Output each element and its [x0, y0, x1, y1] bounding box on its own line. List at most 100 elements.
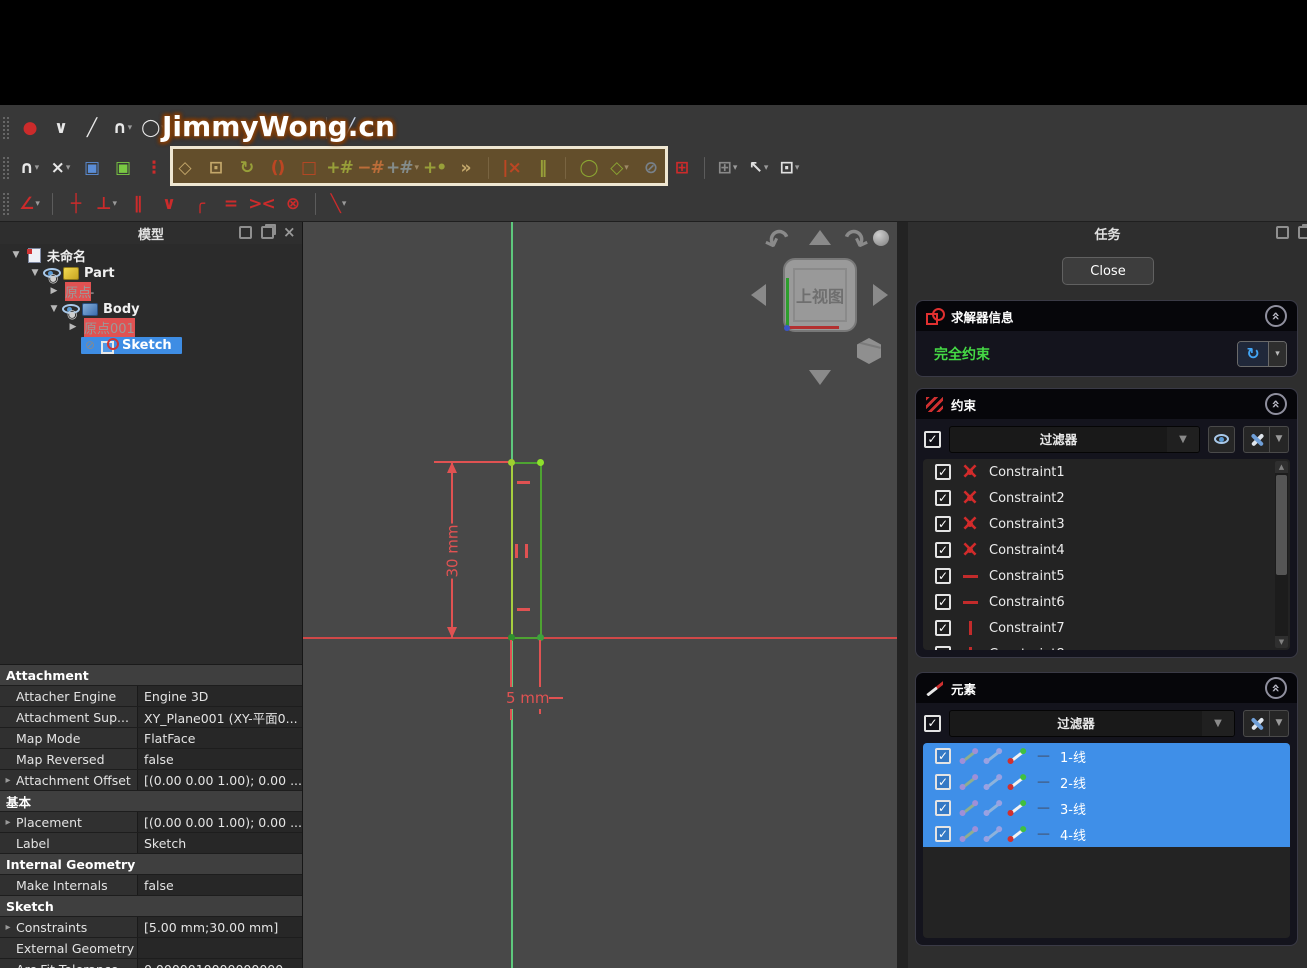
- visibility-eye-icon[interactable]: [62, 304, 80, 314]
- sketch-vertex[interactable]: [508, 459, 515, 466]
- tree-expander-icon[interactable]: ▼: [8, 250, 24, 260]
- dropdown-caret-icon[interactable]: ▾: [128, 123, 133, 133]
- constraint-row[interactable]: Constraint3: [923, 511, 1290, 537]
- constrain-vertical-distance-button[interactable]: ⊥ ▾: [91, 190, 122, 218]
- create-arc-button[interactable]: ∩ ▾: [107, 114, 138, 142]
- property-value[interactable]: false: [137, 749, 302, 769]
- constraint-label[interactable]: Constraint3: [989, 517, 1065, 532]
- navcube-rotate-ccw-icon[interactable]: ↶: [760, 222, 796, 262]
- expand-arrow-icon[interactable]: ▸: [0, 775, 16, 786]
- show-bspline-control-point-weight-button[interactable]: () ▾: [262, 154, 293, 182]
- increase-knot-multiplicity-button[interactable]: +# ▾: [386, 154, 419, 182]
- constraint-checkbox[interactable]: [935, 594, 951, 610]
- elements-section-header[interactable]: 元素: [916, 673, 1297, 703]
- dropdown-caret-icon[interactable]: ▼: [1167, 427, 1199, 452]
- scroll-down-icon[interactable]: ▼: [1275, 636, 1288, 648]
- dim-height-label[interactable]: 30 mm: [442, 523, 464, 578]
- dropdown-caret-icon[interactable]: ▾: [764, 163, 769, 173]
- create-ellipse-button[interactable]: ⊘ ▾: [635, 154, 666, 182]
- expand-arrow-icon[interactable]: ▸: [0, 817, 16, 828]
- element-row[interactable]: — 1-线: [923, 743, 1290, 769]
- dim-width-label[interactable]: 5 mm: [505, 687, 551, 709]
- 3d-viewport[interactable]: 30 mm 5 mm: [303, 222, 897, 968]
- show-bspline-control-polygon-button[interactable]: ◇ ▾: [169, 154, 200, 182]
- settings-caret-button[interactable]: ▼: [1270, 426, 1289, 453]
- convert-to-bspline-button[interactable]: □ ▾: [293, 154, 324, 182]
- dropdown-caret-icon[interactable]: ▾: [113, 199, 118, 209]
- element-row[interactable]: — 3-线: [923, 795, 1290, 821]
- constraint-row[interactable]: Constraint1: [923, 459, 1290, 485]
- elements-filter-combo[interactable]: 过滤器 ▼: [949, 710, 1235, 737]
- element-row[interactable]: — 4-线: [923, 821, 1290, 847]
- property-value[interactable]: [(0.00 0.00 1.00); 0.00 ...: [137, 770, 302, 790]
- constraint-checkbox[interactable]: [935, 490, 951, 506]
- element-label[interactable]: 3-线: [1060, 799, 1086, 818]
- settings-caret-button[interactable]: ▼: [1270, 710, 1289, 737]
- constrain-block-button[interactable]: ⊗ ▾: [277, 190, 308, 218]
- constrain-distance-button[interactable]: ┼ ▾: [60, 190, 91, 218]
- tree-item[interactable]: ▶ 原点: [0, 282, 302, 300]
- tree-expander-icon[interactable]: ▼: [46, 304, 62, 314]
- tree-expander-icon[interactable]: ▶: [65, 322, 81, 332]
- sketch-vertex[interactable]: [537, 459, 544, 466]
- tree-item[interactable]: ▼ 未命名: [0, 246, 302, 264]
- tree-expander-icon[interactable]: ▶: [46, 286, 62, 296]
- constraint-label[interactable]: Constraint5: [989, 569, 1065, 584]
- constrain-parallel-button[interactable]: ∥ ▾: [122, 190, 153, 218]
- constraint-checkbox[interactable]: [935, 516, 951, 532]
- navcube-arrow-left-icon[interactable]: [751, 284, 766, 306]
- toolbar-drag-handle[interactable]: ▾: [2, 192, 10, 216]
- render-cropping-button[interactable]: ⊡ ▾: [774, 154, 805, 182]
- tree-item-label[interactable]: Part: [84, 266, 115, 281]
- navcube-isometric-icon[interactable]: [857, 338, 881, 364]
- show-bspline-knot-multiplicity-button[interactable]: ↻ ▾: [231, 154, 262, 182]
- constraints-settings-button[interactable]: [1243, 426, 1270, 453]
- navcube-arrow-right-icon[interactable]: [873, 284, 888, 306]
- refresh-icon[interactable]: ↻: [1238, 342, 1268, 366]
- dropdown-caret-icon[interactable]: ▾: [342, 199, 347, 209]
- panel-float-icon[interactable]: [261, 226, 274, 239]
- create-polygon-button[interactable]: ◇ ▾: [604, 154, 635, 182]
- navcube-top-face[interactable]: 上视图: [783, 258, 857, 332]
- visibility-eye-icon[interactable]: [81, 338, 99, 352]
- scroll-up-icon[interactable]: ▲: [1275, 461, 1288, 473]
- show-bspline-degree-button[interactable]: ⋮ ▾: [138, 154, 169, 182]
- element-checkbox[interactable]: [935, 748, 951, 764]
- toggle-driving-constraint-button[interactable]: ╲ ▾: [323, 190, 354, 218]
- element-label[interactable]: 4-线: [1060, 825, 1086, 844]
- constraint-checkbox[interactable]: [935, 464, 951, 480]
- panel-float-icon[interactable]: [1298, 226, 1307, 239]
- visibility-eye-icon[interactable]: [43, 268, 61, 278]
- element-checkbox[interactable]: [935, 774, 951, 790]
- collapse-chevron-icon[interactable]: [1265, 393, 1287, 415]
- property-value[interactable]: Sketch: [137, 833, 302, 853]
- scrollbar-thumb[interactable]: [1276, 475, 1287, 575]
- external-geometry-button[interactable]: ▣ ▾: [76, 154, 107, 182]
- show-constraints-eye-button[interactable]: [1208, 426, 1235, 453]
- trim-edge-button[interactable]: × ▾: [45, 154, 76, 182]
- dropdown-caret-icon[interactable]: ▾: [35, 163, 40, 173]
- constraint-checkbox[interactable]: [935, 542, 951, 558]
- tree-item-label[interactable]: 原点: [65, 282, 91, 301]
- toolbar-drag-handle[interactable]: ▾: [2, 116, 10, 140]
- constrain-tangent-button[interactable]: ╭ ▾: [184, 190, 215, 218]
- constraints-section-header[interactable]: 约束: [916, 389, 1297, 419]
- constrain-equal-button[interactable]: = ▾: [215, 190, 246, 218]
- elements-settings-button[interactable]: [1243, 710, 1270, 737]
- property-value[interactable]: false: [137, 875, 302, 895]
- solver-section-header[interactable]: 求解器信息: [916, 301, 1297, 331]
- tree-expander-icon[interactable]: ▼: [27, 268, 43, 278]
- tree-item[interactable]: ▼ Body: [0, 300, 302, 318]
- tree-item-label[interactable]: 未命名: [47, 246, 86, 265]
- property-value[interactable]: [5.00 mm;30.00 mm]: [137, 917, 302, 937]
- constraint-row[interactable]: Constraint6: [923, 589, 1290, 615]
- dropdown-caret-icon[interactable]: ▼: [1202, 711, 1234, 736]
- join-curves-button[interactable]: » ▾: [450, 154, 481, 182]
- tree-item[interactable]: Sketch: [0, 336, 302, 354]
- navcube-arrow-up-icon[interactable]: [809, 230, 831, 245]
- toggle-construction-button[interactable]: ▣ ▾: [107, 154, 138, 182]
- tree-item[interactable]: ▼ Part: [0, 264, 302, 282]
- constraint-label[interactable]: Constraint6: [989, 595, 1065, 610]
- create-periodic-bspline-button[interactable]: ◯ ▾: [573, 154, 604, 182]
- panel-restore-icon[interactable]: [239, 226, 252, 239]
